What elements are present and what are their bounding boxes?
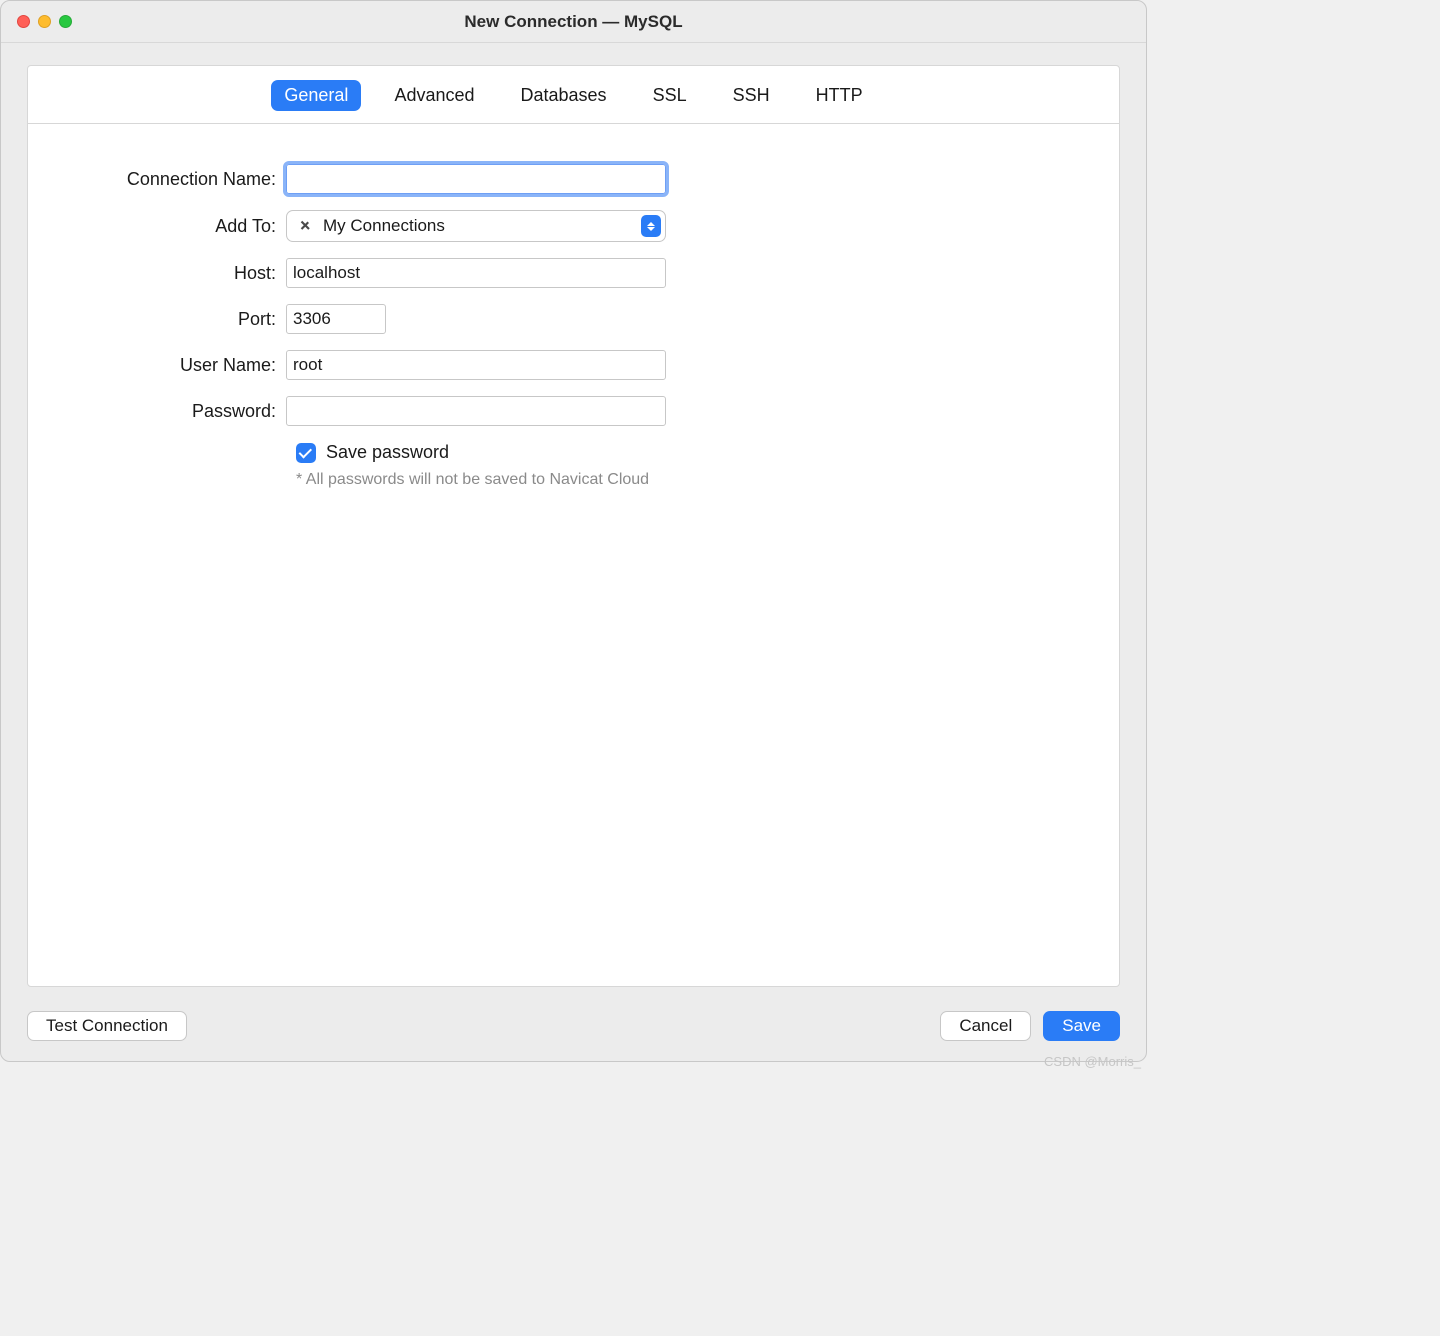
row-port: Port: — [28, 304, 1119, 334]
row-host: Host: — [28, 258, 1119, 288]
chevron-updown-icon — [641, 215, 661, 237]
cancel-button[interactable]: Cancel — [940, 1011, 1031, 1041]
label-port: Port: — [28, 309, 286, 330]
label-password: Password: — [28, 401, 286, 422]
row-user-name: User Name: — [28, 350, 1119, 380]
check-icon — [299, 445, 312, 458]
tab-general[interactable]: General — [271, 80, 361, 111]
user-name-input[interactable] — [286, 350, 666, 380]
save-password-hint: * All passwords will not be saved to Nav… — [296, 471, 1119, 489]
tab-databases[interactable]: Databases — [508, 80, 620, 111]
tabs: General Advanced Databases SSL SSH HTTP — [28, 66, 1119, 124]
host-input[interactable] — [286, 258, 666, 288]
dialog-window: New Connection — MySQL General Advanced … — [0, 0, 1147, 1062]
content-panel: General Advanced Databases SSL SSH HTTP … — [27, 65, 1120, 987]
tab-ssh[interactable]: SSH — [720, 80, 783, 111]
window-title: New Connection — MySQL — [1, 12, 1146, 32]
label-user-name: User Name: — [28, 355, 286, 376]
tab-http[interactable]: HTTP — [803, 80, 876, 111]
row-add-to: Add To: My Connections — [28, 210, 1119, 242]
port-input[interactable] — [286, 304, 386, 334]
password-input[interactable] — [286, 396, 666, 426]
save-password-checkbox[interactable] — [296, 443, 316, 463]
connection-name-input[interactable] — [286, 164, 666, 194]
save-password-label: Save password — [326, 442, 449, 463]
maximize-icon[interactable] — [59, 15, 72, 28]
button-bar: Test Connection Cancel Save — [1, 999, 1146, 1061]
label-connection-name: Connection Name: — [28, 169, 286, 190]
tab-advanced[interactable]: Advanced — [381, 80, 487, 111]
save-button[interactable]: Save — [1043, 1011, 1120, 1041]
form-area: Connection Name: Add To: My Connections — [28, 124, 1119, 489]
plug-icon — [297, 217, 315, 235]
close-icon[interactable] — [17, 15, 30, 28]
watermark: CSDN @Morris_ — [1044, 1054, 1141, 1069]
row-save-password: Save password — [296, 442, 1119, 463]
titlebar: New Connection — MySQL — [1, 1, 1146, 43]
minimize-icon[interactable] — [38, 15, 51, 28]
add-to-value: My Connections — [323, 216, 641, 236]
row-connection-name: Connection Name: — [28, 164, 1119, 194]
label-add-to: Add To: — [28, 216, 286, 237]
traffic-lights — [17, 15, 72, 28]
tab-ssl[interactable]: SSL — [640, 80, 700, 111]
add-to-select[interactable]: My Connections — [286, 210, 666, 242]
row-password: Password: — [28, 396, 1119, 426]
test-connection-button[interactable]: Test Connection — [27, 1011, 187, 1041]
label-host: Host: — [28, 263, 286, 284]
